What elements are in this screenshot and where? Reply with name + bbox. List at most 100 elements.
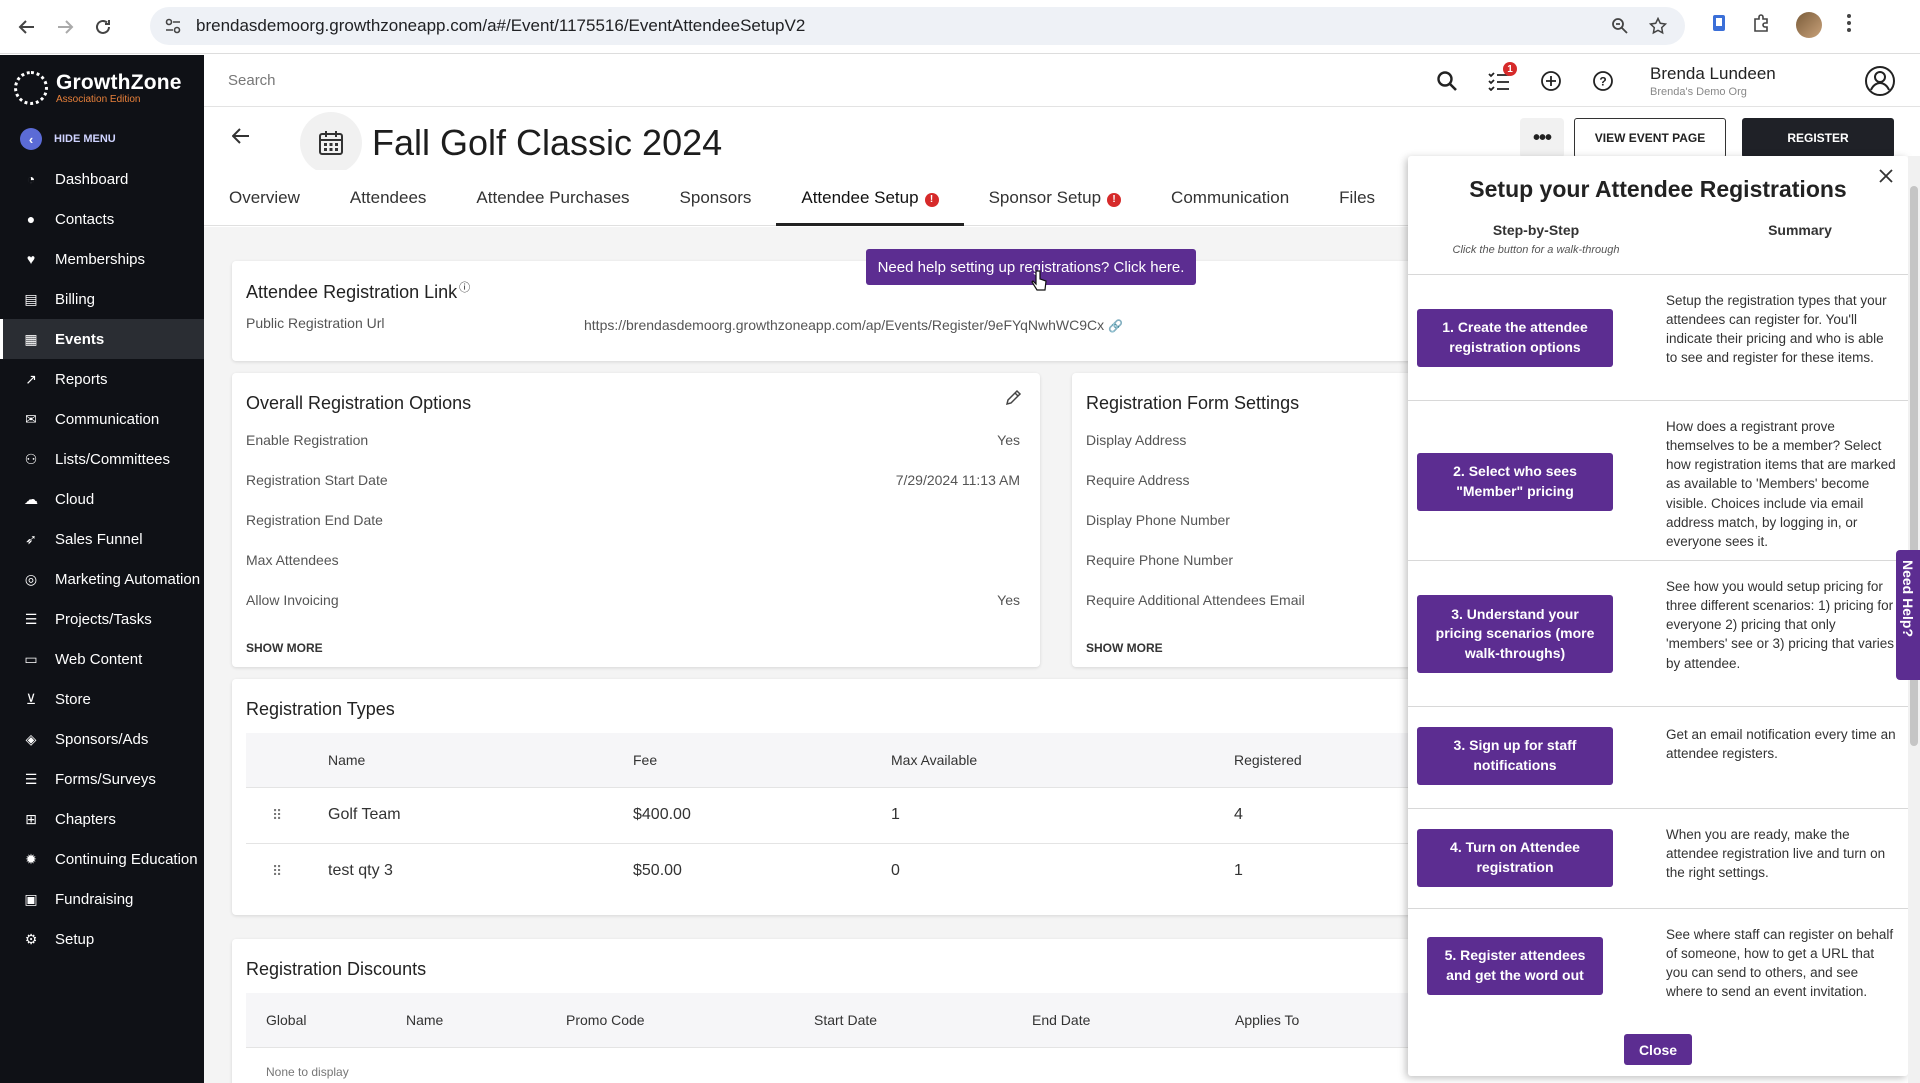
alert-icon: ! <box>1107 193 1122 207</box>
user-name[interactable]: Brenda Lundeen <box>1650 64 1776 84</box>
step-1-button[interactable]: 1. Create the attendee registration opti… <box>1417 309 1613 367</box>
bookmark-star-icon[interactable] <box>1648 16 1668 40</box>
forward-icon[interactable] <box>54 16 76 38</box>
tab-attendees[interactable]: Attendees <box>325 170 452 226</box>
need-help-tab[interactable]: Need Help? <box>1896 550 1920 680</box>
sidebar-item-projects-tasks[interactable]: ☰ Projects/Tasks <box>0 599 204 639</box>
info-icon[interactable]: ⓘ <box>459 282 470 294</box>
sidebar-item-marketing-automation[interactable]: ◎ Marketing Automation <box>0 559 204 599</box>
back-icon[interactable] <box>16 16 38 38</box>
column-header-promo-code[interactable]: Promo Code <box>566 993 814 1047</box>
sidebar-item-continuing-education[interactable]: ✹ Continuing Education <box>0 839 204 879</box>
sidebar-item-events[interactable]: ▦ Events <box>0 319 204 359</box>
column-header-global[interactable]: Global <box>246 993 406 1047</box>
search-icon[interactable] <box>1432 67 1462 95</box>
tab-sponsors[interactable]: Sponsors <box>655 170 777 226</box>
sidebar-item-label: Sponsors/Ads <box>55 730 149 748</box>
more-options-button[interactable]: ••• <box>1520 118 1564 158</box>
sidebar-item-store[interactable]: ⊻ Store <box>0 679 204 719</box>
public-url-value[interactable]: https://brendasdemoorg.growthzoneapp.com… <box>584 317 1123 333</box>
back-arrow-icon[interactable] <box>231 128 250 149</box>
sidebar-item-forms-surveys[interactable]: ☰ Forms/Surveys <box>0 759 204 799</box>
tab-communication[interactable]: Communication <box>1146 170 1314 226</box>
tasks-icon[interactable]: 1 <box>1484 62 1517 95</box>
sidebar-item-fundraising[interactable]: ▣ Fundraising <box>0 879 204 919</box>
table-row[interactable]: ⠿ Golf Team $400.00 1 4 <box>246 786 1408 843</box>
sidebar-item-setup[interactable]: ⚙ Setup <box>0 919 204 959</box>
step-3-button[interactable]: 3. Understand your pricing scenarios (mo… <box>1417 595 1613 673</box>
column-header-start-date[interactable]: Start Date <box>814 993 1032 1047</box>
edit-pencil-icon[interactable] <box>1004 389 1022 412</box>
link-icon[interactable]: 🔗 <box>1108 319 1123 333</box>
table-row[interactable]: ⠿ test qty 3 $50.00 0 1 <box>246 842 1408 899</box>
sidebar-item-label: Billing <box>55 290 96 308</box>
tab-overview[interactable]: Overview <box>204 170 325 226</box>
extensions-puzzle-icon[interactable] <box>1752 13 1772 38</box>
public-url-text[interactable]: https://brendasdemoorg.growthzoneapp.com… <box>584 317 1104 333</box>
sidebar-item-label: Lists/Committees <box>55 450 171 468</box>
sidebar-item-lists-committees[interactable]: ⚇ Lists/Committees <box>0 439 204 479</box>
step-4-button[interactable]: 3. Sign up for staff notifications <box>1417 727 1613 785</box>
tab-attendee-purchases[interactable]: Attendee Purchases <box>451 170 654 226</box>
sidebar-item-memberships[interactable]: ♥ Memberships <box>0 239 204 279</box>
address-bar[interactable]: brendasdemoorg.growthzoneapp.com/a#/Even… <box>150 7 1685 45</box>
browser-profile-avatar[interactable] <box>1796 12 1822 38</box>
tab-files[interactable]: Files <box>1314 170 1400 226</box>
extension-doc-icon[interactable] <box>1710 13 1728 38</box>
column-header-max-available[interactable]: Max Available <box>891 733 1234 787</box>
tab-label: Overview <box>229 188 300 207</box>
add-circle-icon[interactable] <box>1536 67 1566 95</box>
overall-show-more-link[interactable]: SHOW MORE <box>246 641 323 655</box>
sidebar-item-label: Dashboard <box>55 170 129 188</box>
column-header-name[interactable]: Name <box>406 993 566 1047</box>
zoom-icon[interactable] <box>1611 17 1629 40</box>
option-value: Yes <box>997 432 1020 448</box>
option-label: Registration Start Date <box>246 472 388 488</box>
reload-icon[interactable] <box>92 16 114 38</box>
cloud-icon: ☁ <box>24 490 38 507</box>
growthzone-logo[interactable]: GrowthZone Association Edition <box>14 71 182 105</box>
browser-menu-icon[interactable] <box>1846 13 1852 38</box>
sidebar-item-sponsors-ads[interactable]: ◈ Sponsors/Ads <box>0 719 204 759</box>
sidebar-item-contacts[interactable]: ● Contacts <box>0 199 204 239</box>
step-2-button[interactable]: 2. Select who sees "Member" pricing <box>1417 453 1613 511</box>
sidebar-item-communication[interactable]: ✉ Communication <box>0 399 204 439</box>
sidebar-item-sales-funnel[interactable]: ➶ Sales Funnel <box>0 519 204 559</box>
column-header-name[interactable]: Name <box>328 733 633 787</box>
sidebar-item-reports[interactable]: ↗ Reports <box>0 359 204 399</box>
type-name[interactable]: Golf Team <box>328 786 633 843</box>
sidebar-item-dashboard[interactable]: ◔ Dashboard <box>0 159 204 199</box>
tab-label: Files <box>1339 188 1376 207</box>
column-header-applies-to[interactable]: Applies To <box>1235 993 1408 1047</box>
site-settings-icon[interactable] <box>164 17 182 40</box>
type-name[interactable]: test qty 3 <box>328 842 633 899</box>
url-text: brendasdemoorg.growthzoneapp.com/a#/Even… <box>196 16 806 35</box>
tab-label: Attendee Setup <box>801 188 919 207</box>
step-6-button[interactable]: 5. Register attendees and get the word o… <box>1427 937 1603 995</box>
help-circle-icon[interactable]: ? <box>1588 67 1618 95</box>
sidebar-item-billing[interactable]: ▤ Billing <box>0 279 204 319</box>
tab-summary[interactable]: Summary <box>1710 222 1890 238</box>
tab-attendee-setup[interactable]: Attendee Setup! <box>776 170 964 226</box>
view-event-page-button[interactable]: VIEW EVENT PAGE <box>1574 118 1726 158</box>
drag-handle-icon[interactable]: ⠿ <box>246 842 328 899</box>
column-header-fee[interactable]: Fee <box>633 733 891 787</box>
sidebar-item-chapters[interactable]: ⊞ Chapters <box>0 799 204 839</box>
register-button[interactable]: REGISTER <box>1742 118 1894 158</box>
step-5-button[interactable]: 4. Turn on Attendee registration <box>1417 829 1613 887</box>
tab-sponsor-setup[interactable]: Sponsor Setup! <box>964 170 1146 226</box>
close-button[interactable]: Close <box>1624 1034 1692 1065</box>
user-profile-icon[interactable] <box>1864 65 1896 102</box>
guide-step: 3. Understand your pricing scenarios (mo… <box>1408 560 1908 706</box>
global-search-input[interactable]: Search <box>228 72 276 89</box>
sidebar-item-cloud[interactable]: ☁ Cloud <box>0 479 204 519</box>
column-header-registered[interactable]: Registered <box>1234 733 1408 787</box>
gift-icon: ▣ <box>24 890 38 907</box>
sidebar-item-web-content[interactable]: ▭ Web Content <box>0 639 204 679</box>
sidebar-item-label: Contacts <box>55 210 115 228</box>
tab-step-by-step[interactable]: Step-by-Step <box>1446 222 1626 238</box>
hide-menu-button[interactable]: ‹ HIDE MENU <box>20 128 116 150</box>
column-header-end-date[interactable]: End Date <box>1032 993 1235 1047</box>
form-settings-show-more-link[interactable]: SHOW MORE <box>1086 641 1163 655</box>
drag-handle-icon[interactable]: ⠿ <box>246 786 328 843</box>
